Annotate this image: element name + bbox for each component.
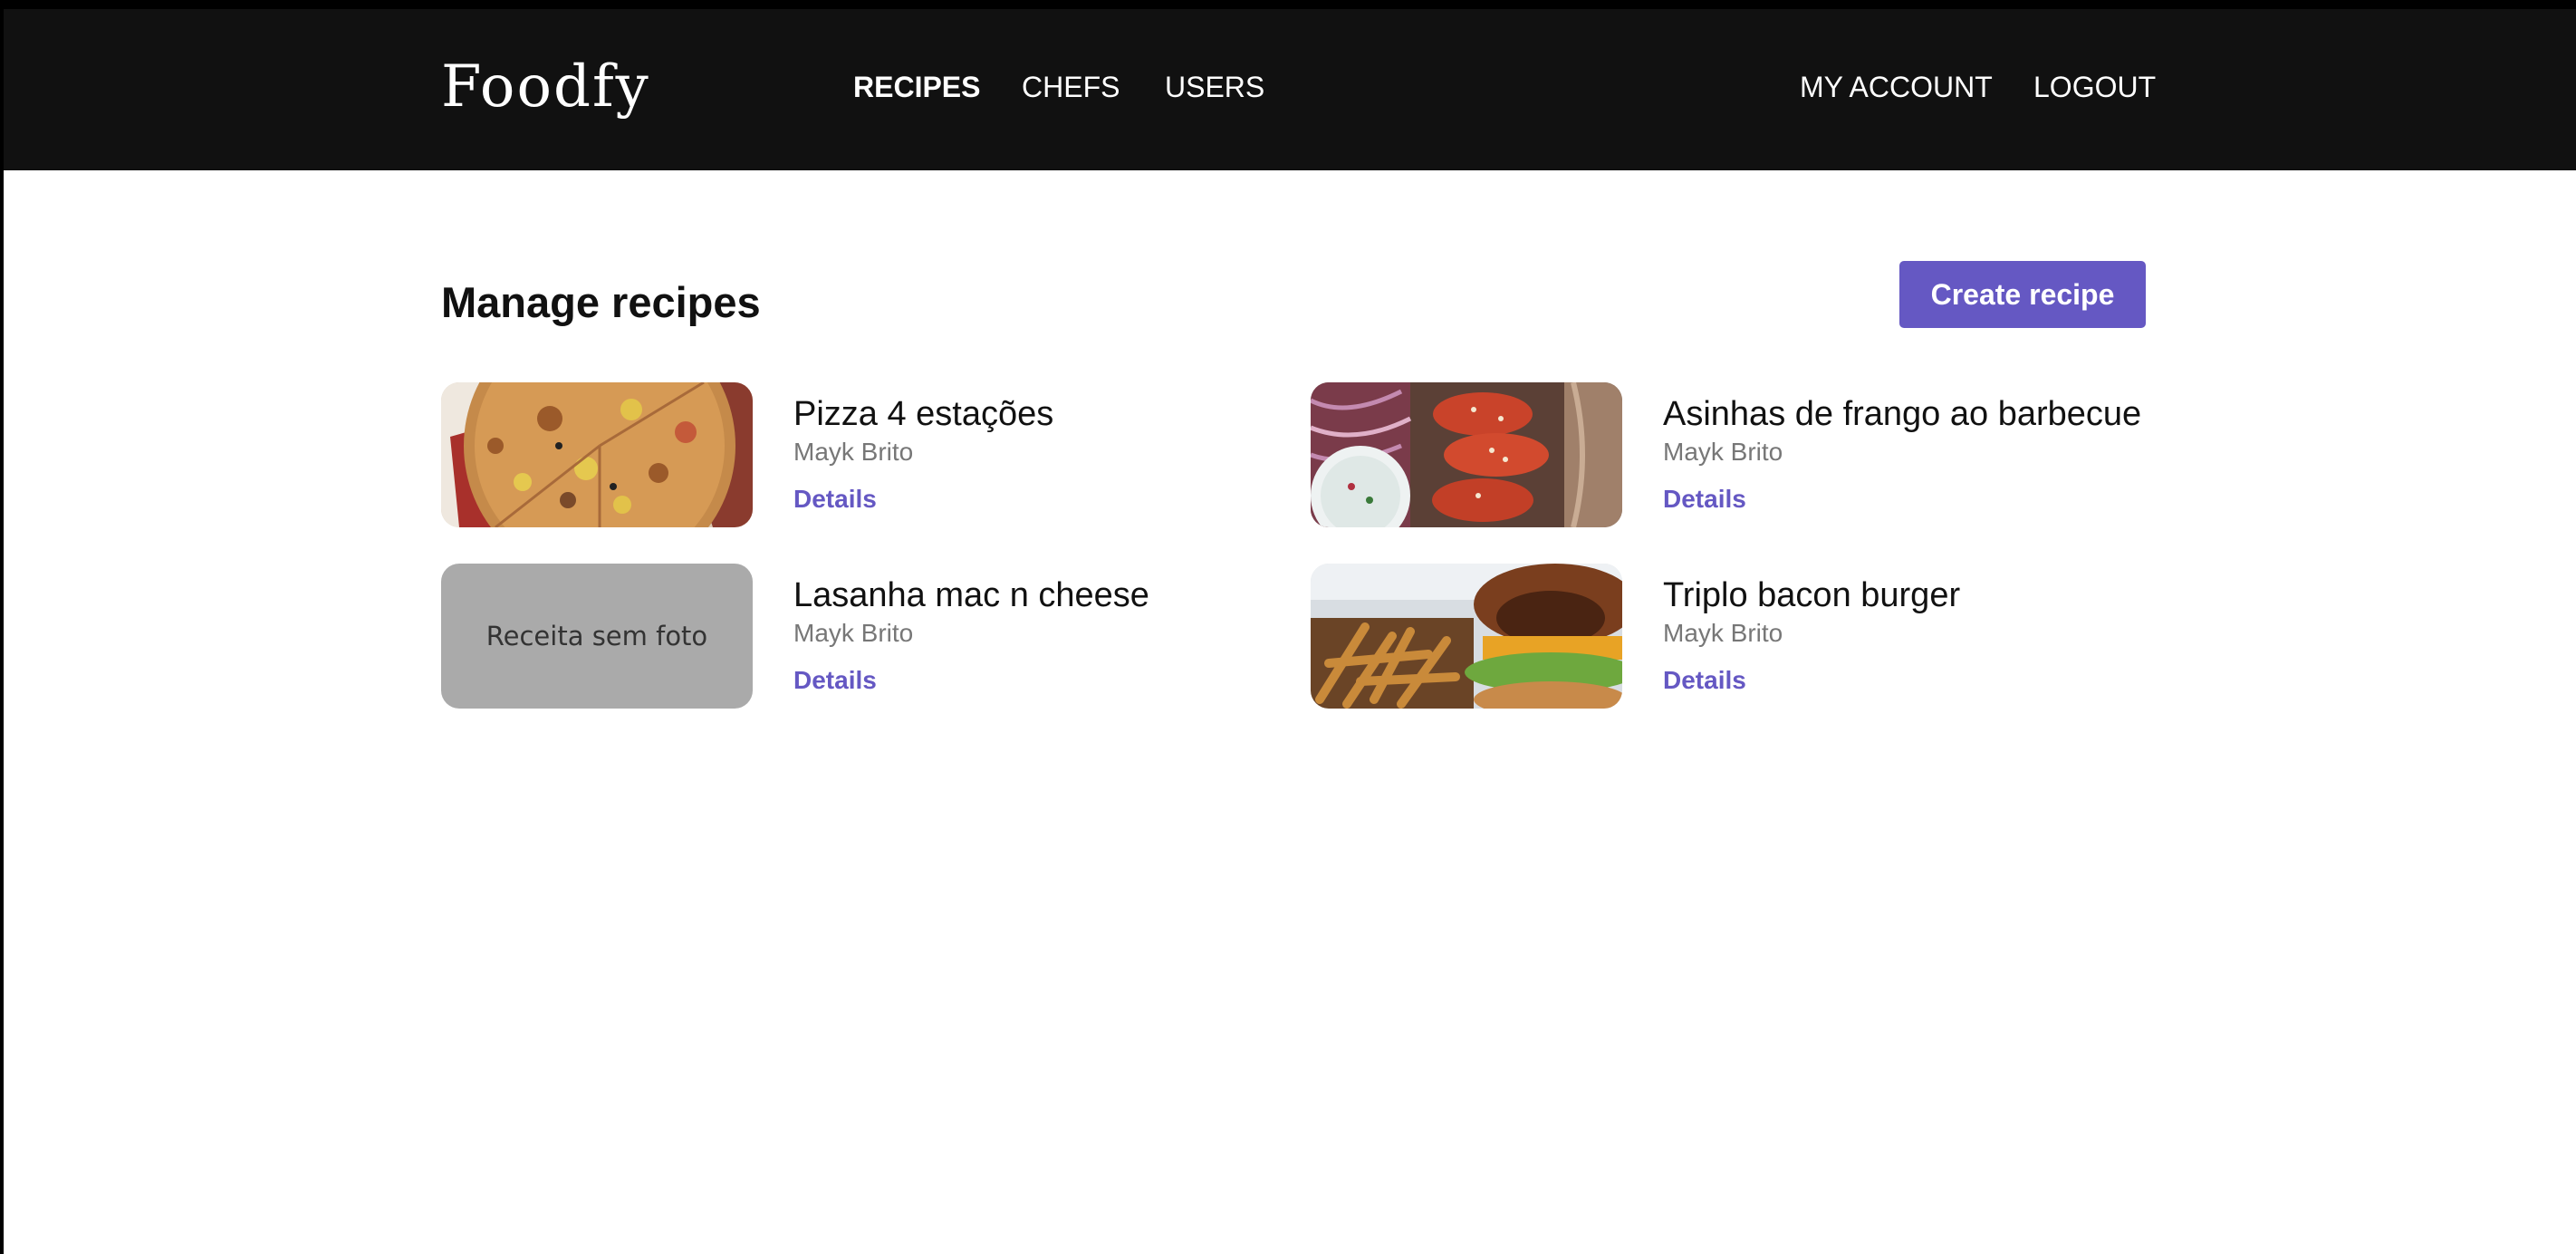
create-recipe-button[interactable]: Create recipe [1899, 261, 2146, 328]
app-window: Foodfy RECIPES CHEFS USERS MY ACCOUNT LO… [4, 9, 2576, 1254]
recipe-author: Mayk Brito [793, 438, 914, 466]
recipe-image-pizza [441, 382, 753, 527]
recipe-card: Receita sem foto Lasanha mac n cheese Ma… [441, 564, 1256, 709]
nav-logout-link[interactable]: LOGOUT [2033, 69, 2156, 105]
page-title: Manage recipes [441, 278, 761, 326]
recipe-image-burger [1311, 564, 1622, 709]
nav-chefs-link[interactable]: CHEFS [1022, 69, 1120, 105]
top-navbar: Foodfy RECIPES CHEFS USERS MY ACCOUNT LO… [4, 9, 2576, 170]
recipe-card: Asinhas de frango ao barbecue Mayk Brito… [1311, 382, 2141, 527]
recipe-details-link[interactable]: Details [793, 484, 877, 515]
recipe-image-placeholder: Receita sem foto [441, 564, 753, 709]
nav-my-account-link[interactable]: MY ACCOUNT [1800, 69, 1993, 105]
recipe-author: Mayk Brito [1663, 619, 1783, 647]
recipe-title: Asinhas de frango ao barbecue [1663, 395, 2142, 433]
nav-recipes-link[interactable]: RECIPES [853, 69, 980, 105]
pizza-photo [441, 382, 753, 527]
recipe-title: Triplo bacon burger [1663, 576, 1961, 614]
recipe-author: Mayk Brito [793, 619, 914, 647]
recipe-details-link[interactable]: Details [1663, 484, 1746, 515]
no-photo-label: Receita sem foto [485, 621, 708, 651]
recipe-title: Pizza 4 estações [793, 395, 1054, 433]
logo[interactable]: Foodfy [441, 51, 650, 123]
nav-users-link[interactable]: USERS [1165, 69, 1264, 105]
recipe-title: Lasanha mac n cheese [793, 576, 1149, 614]
recipe-author: Mayk Brito [1663, 438, 1783, 466]
recipe-details-link[interactable]: Details [793, 665, 877, 696]
recipe-card: Pizza 4 estações Mayk Brito Details [441, 382, 1256, 527]
recipe-details-link[interactable]: Details [1663, 665, 1746, 696]
recipe-card: Triplo bacon burger Mayk Brito Details [1311, 564, 2126, 709]
recipe-image-chicken-wings [1311, 382, 1622, 527]
burger-photo [1311, 564, 1622, 709]
chicken-wings-photo [1311, 382, 1622, 527]
